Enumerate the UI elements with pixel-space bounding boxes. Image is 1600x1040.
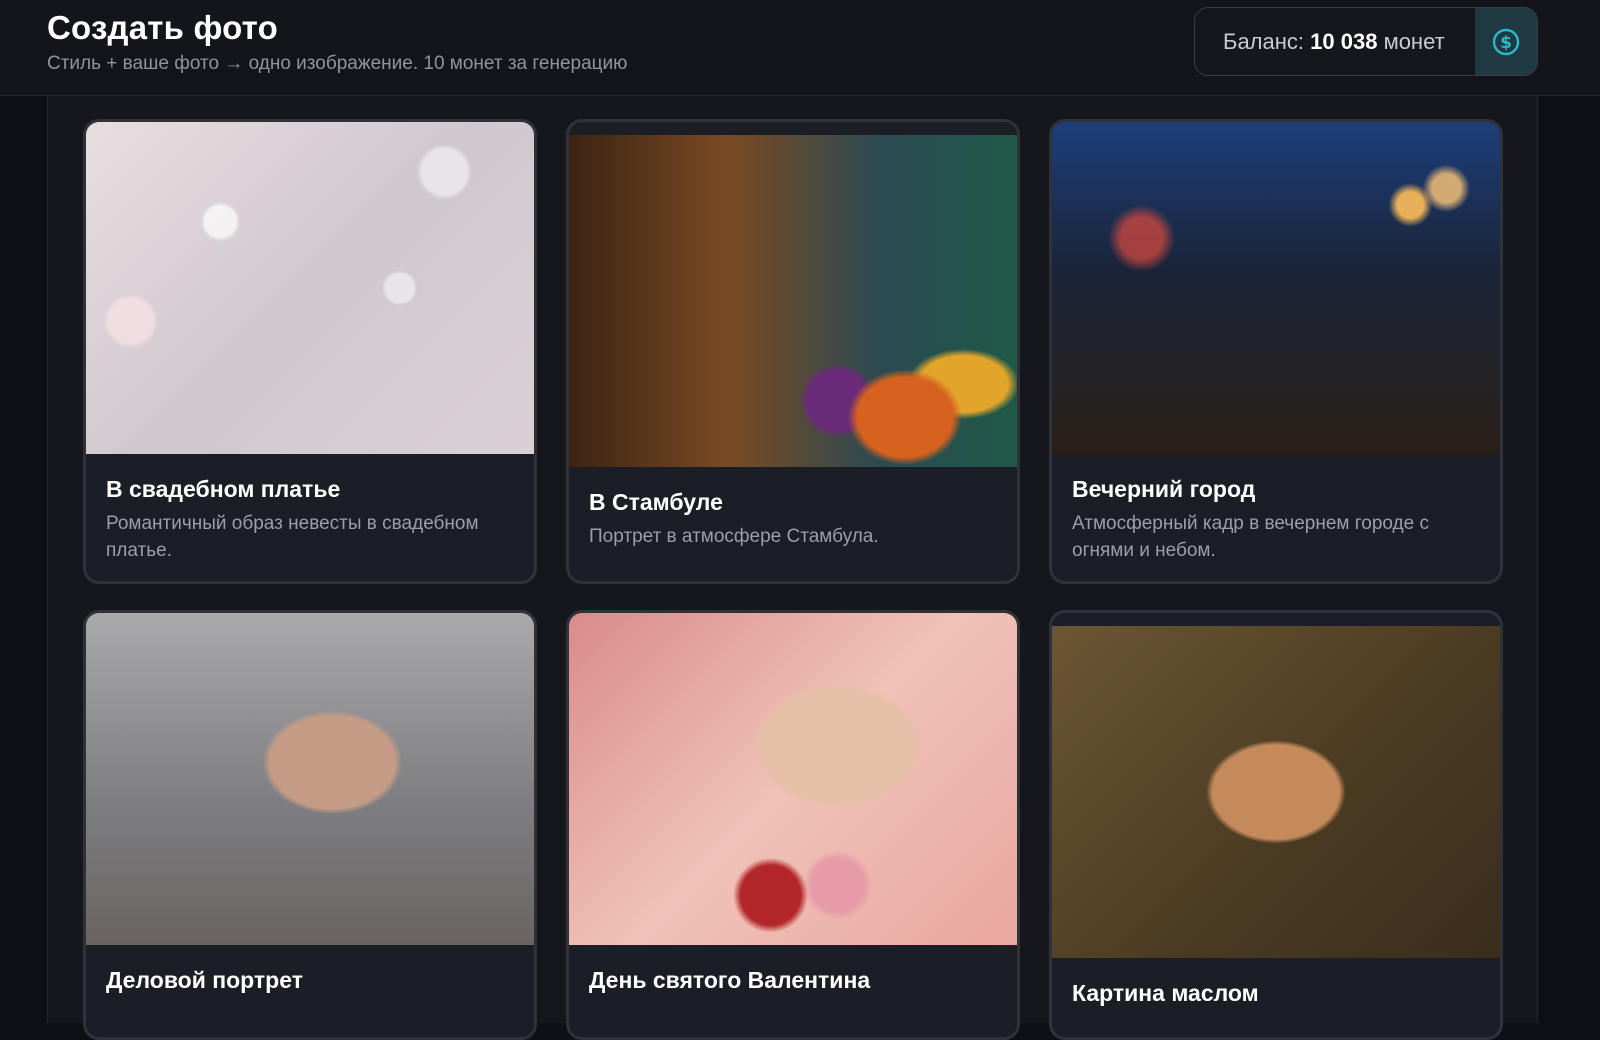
style-card-description: Романтичный образ невесты в свадебном пл… <box>106 513 479 561</box>
coin-button[interactable]: $ <box>1475 8 1537 75</box>
page-title: Создать фото <box>47 9 278 46</box>
balance-unit: монет <box>1383 29 1445 54</box>
svg-text:$: $ <box>1500 33 1512 53</box>
style-card-title: В свадебном платье <box>106 476 341 502</box>
page-subtitle: Стиль + ваше фото → одно изображение. 10… <box>47 53 628 74</box>
style-card-wedding[interactable]: В свадебном платье Романтичный образ нев… <box>83 119 537 584</box>
style-card-business[interactable]: Деловой портрет <box>83 610 537 1040</box>
dollar-coin-icon: $ <box>1492 28 1520 55</box>
style-card-title: Вечерний город <box>1072 476 1256 502</box>
woman-at-spice-bazaar-photo <box>569 135 1017 467</box>
style-card-description: Портрет в атмосфере Стамбула. <box>589 526 879 547</box>
balance-text: Баланс: 10 038 монет <box>1223 8 1445 75</box>
business-headshot-photo <box>86 613 534 945</box>
oil-painting-portrait <box>1052 626 1500 958</box>
style-card-oil-painting[interactable]: Картина маслом <box>1049 610 1503 1040</box>
balance-label: Баланс: <box>1223 29 1305 54</box>
style-card-istanbul[interactable]: В Стамбуле Портрет в атмосфере Стамбула. <box>566 119 1020 584</box>
style-card-title: Картина маслом <box>1072 980 1259 1006</box>
couple-with-roses-photo <box>569 613 1017 945</box>
style-card-evening-city[interactable]: Вечерний город Атмосферный кадр в вечерн… <box>1049 119 1503 584</box>
balance-amount: 10 038 <box>1310 29 1378 54</box>
style-card-title: День святого Валентина <box>589 967 871 993</box>
style-card-description: Атмосферный кадр в вечернем городе с огн… <box>1072 513 1429 561</box>
balance-widget[interactable]: Баланс: 10 038 монет $ <box>1194 7 1538 76</box>
style-card-title: В Стамбуле <box>589 489 723 515</box>
bride-in-veil-photo <box>86 122 534 454</box>
man-on-night-street-photo <box>1052 122 1500 454</box>
style-card-valentine[interactable]: День святого Валентина <box>566 610 1020 1040</box>
top-bar: Создать фото Стиль + ваше фото → одно из… <box>0 0 1600 96</box>
style-card-title: Деловой портрет <box>106 967 303 993</box>
styles-panel: В свадебном платье Романтичный образ нев… <box>47 96 1538 1040</box>
